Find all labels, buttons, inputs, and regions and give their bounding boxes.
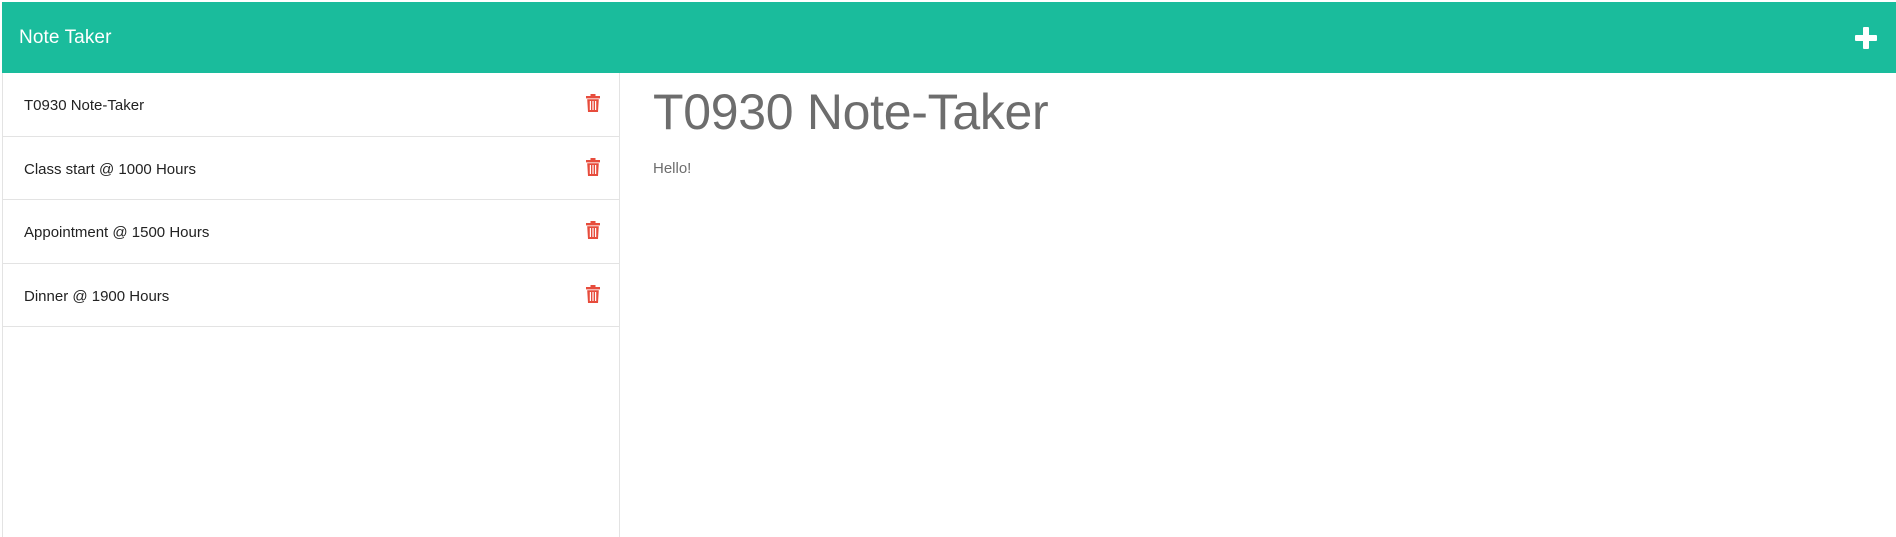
note-title-field[interactable]: T0930 Note-Taker — [653, 84, 1863, 142]
note-list: T0930 Note-Taker Class start @ 1000 Hour… — [3, 73, 619, 327]
note-list-panel: T0930 Note-Taker Class start @ 1000 Hour… — [2, 73, 620, 537]
trash-icon[interactable] — [585, 157, 601, 177]
trash-icon[interactable] — [585, 220, 601, 240]
list-item[interactable]: Appointment @ 1500 Hours — [3, 200, 619, 264]
note-list-title[interactable]: T0930 Note-Taker — [24, 97, 144, 114]
note-list-title[interactable]: Dinner @ 1900 Hours — [24, 288, 169, 305]
list-item[interactable]: Class start @ 1000 Hours — [3, 137, 619, 200]
trash-icon-glyph — [586, 221, 600, 240]
trash-icon-glyph — [586, 284, 600, 303]
list-item[interactable]: Dinner @ 1900 Hours — [3, 264, 619, 327]
trash-icon[interactable] — [585, 93, 601, 113]
list-item[interactable]: T0930 Note-Taker — [3, 73, 619, 137]
navbar: Note Taker — [2, 2, 1896, 73]
trash-icon-glyph — [586, 157, 600, 176]
plus-icon[interactable] — [1853, 25, 1879, 51]
trash-icon[interactable] — [585, 284, 601, 304]
note-text-field[interactable]: Hello! — [653, 160, 1863, 177]
note-list-title[interactable]: Appointment @ 1500 Hours — [24, 224, 209, 241]
note-list-title[interactable]: Class start @ 1000 Hours — [24, 161, 196, 178]
note-detail-panel: T0930 Note-Taker Hello! — [620, 73, 1896, 537]
trash-icon-glyph — [586, 94, 600, 113]
plus-icon-glyph — [1855, 26, 1877, 49]
app-title[interactable]: Note Taker — [19, 27, 112, 49]
